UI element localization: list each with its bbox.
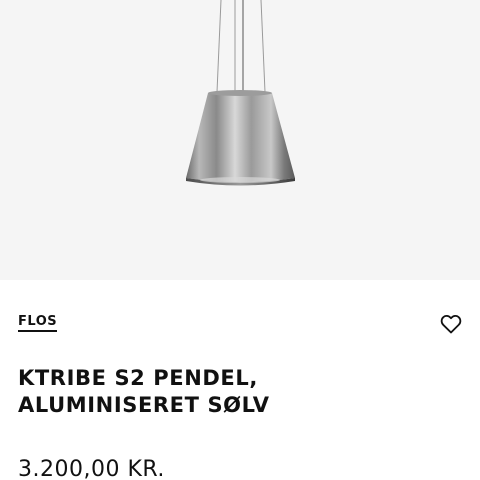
pendant-lamp-illustration — [186, 0, 295, 186]
product-title-line-2: ALUMINISERET SØLV — [18, 393, 270, 417]
wishlist-button[interactable] — [439, 312, 463, 336]
cable — [216, 0, 222, 93]
product-image[interactable] — [0, 0, 480, 280]
product-title: KTRIBE S2 PENDEL, ALUMINISERET SØLV — [18, 365, 458, 419]
brand-link[interactable]: FLOS — [18, 314, 58, 332]
product-title-line-1: KTRIBE S2 PENDEL, — [18, 366, 258, 390]
lamp-shade — [186, 90, 295, 182]
product-page: FLOS KTRIBE S2 PENDEL, ALUMINISERET SØLV… — [0, 0, 480, 480]
heart-outline-icon — [440, 314, 462, 334]
product-price: 3.200,00 KR. — [18, 457, 165, 480]
cable — [260, 0, 266, 93]
